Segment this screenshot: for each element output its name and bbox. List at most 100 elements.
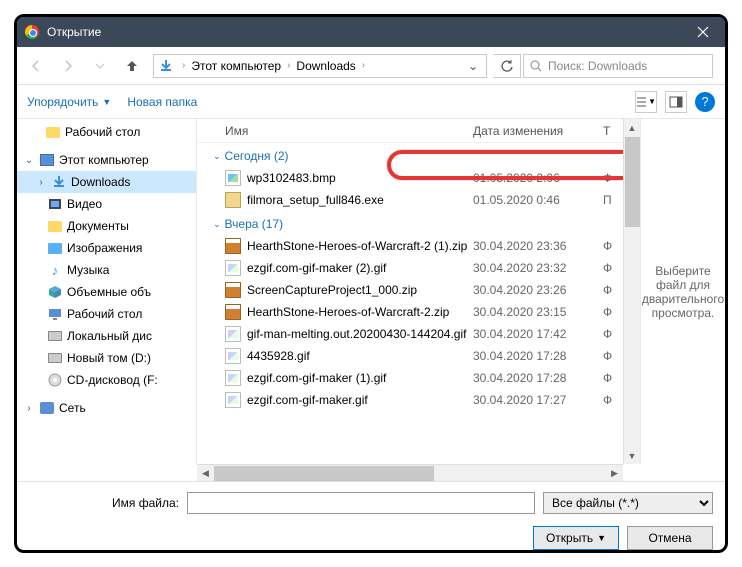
close-icon [697,26,709,38]
music-icon: ♪ [47,262,63,278]
tree-thispc[interactable]: ⌄Этот компьютер [17,149,196,171]
file-row[interactable]: ezgif.com-gif-maker (1).gif 30.04.2020 17… [197,367,623,389]
preview-pane-button[interactable] [665,91,687,113]
file-type: Ф [603,393,623,407]
chevron-down-icon [95,61,105,71]
up-icon [125,59,139,73]
view-details-button[interactable]: ▼ [635,91,657,113]
search-input[interactable]: Поиск: Downloads [523,54,713,78]
col-name[interactable]: Имя [225,124,473,138]
file-name: wp3102483.bmp [247,171,336,185]
tree-cddrive[interactable]: CD-дисковод (F: [17,369,196,391]
scroll-down-icon[interactable]: ▼ [624,447,640,464]
tree-desktop2[interactable]: Рабочий стол [17,303,196,325]
back-icon [28,58,44,74]
breadcrumb-dropdown[interactable]: ⌄ [460,59,486,73]
scroll-up-icon[interactable]: ▲ [624,119,640,136]
file-date: 01.05.2020 0:46 [473,193,603,207]
file-name: ezgif.com-gif-maker (1).gif [247,371,386,385]
column-headers[interactable]: Имя Дата изменения Т [197,119,623,143]
chevron-down-icon: ▼ [102,97,111,107]
group-today[interactable]: ⌄ Сегодня (2) [197,143,623,167]
tree-network[interactable]: ›Сеть [17,397,196,419]
scroll-thumb-h[interactable] [214,466,434,481]
nav-tree: Рабочий стол ⌄Этот компьютер ›Downloads … [17,119,197,464]
scroll-thumb[interactable] [625,137,640,227]
file-date: 01.05.2020 2:06 [473,171,603,185]
file-row[interactable]: HearthStone-Heroes-of-Warcraft-2.zip30.0… [197,301,623,323]
file-icon [225,170,241,186]
file-row[interactable]: filmora_setup_full846.exe 01.05.2020 0:46… [197,189,623,211]
col-date[interactable]: Дата изменения [473,124,603,138]
scroll-right-icon[interactable]: ▶ [606,465,623,481]
filename-label: Имя файла: [29,496,179,510]
tree-documents[interactable]: Документы [17,215,196,237]
file-name: gif-man-melting.out.20200430-144204.gif [247,327,466,341]
recent-button[interactable] [85,52,115,80]
file-row[interactable]: HearthStone-Heroes-of-Warcraft-2 (1).zip… [197,235,623,257]
chevron-right-icon: › [283,60,294,71]
file-icon [225,370,241,386]
desktop-icon [48,308,62,320]
file-date: 30.04.2020 23:26 [473,283,603,297]
file-icon [225,392,241,408]
close-button[interactable] [680,17,725,47]
tree-downloads[interactable]: ›Downloads [17,171,196,193]
file-icon [225,348,241,364]
file-list: Имя Дата изменения Т ⌄ Сегодня (2) wp3102… [197,119,623,464]
back-button[interactable] [21,52,51,80]
file-date: 30.04.2020 17:27 [473,393,603,407]
tree-localdisk[interactable]: Локальный дис [17,325,196,347]
window-title: Открытие [47,25,680,39]
tree-videos[interactable]: Видео [17,193,196,215]
file-row[interactable]: ezgif.com-gif-maker (2).gif 30.04.2020 23… [197,257,623,279]
preview-icon [669,96,683,108]
tree-newvol[interactable]: Новый том (D:) [17,347,196,369]
tree-desktop[interactable]: Рабочий стол [17,121,196,143]
file-date: 30.04.2020 23:15 [473,305,603,319]
downloads-icon [52,175,66,189]
file-type: П [603,193,623,207]
scroll-left-icon[interactable]: ◀ [197,465,214,481]
chevron-down-icon: ⌄ [213,151,221,162]
vertical-scrollbar[interactable]: ▲ ▼ [623,119,640,464]
file-icon [225,260,241,276]
file-icon [225,326,241,342]
breadcrumb-downloads[interactable]: Downloads [294,59,357,73]
file-row[interactable]: gif-man-melting.out.20200430-144204.gif3… [197,323,623,345]
cancel-button[interactable]: Отмена [627,526,713,550]
help-button[interactable]: ? [695,92,715,112]
horizontal-scrollbar[interactable]: ◀ ▶ [197,464,623,481]
breadcrumb-thispc[interactable]: Этот компьютер [189,59,283,73]
file-row[interactable]: ezgif.com-gif-maker.gif 30.04.2020 17:27Ф [197,389,623,411]
newfolder-button[interactable]: Новая папка [127,95,197,109]
refresh-button[interactable] [493,54,521,78]
group-yesterday[interactable]: ⌄ Вчера (17) [197,211,623,235]
tree-music[interactable]: ♪Музыка [17,259,196,281]
open-button[interactable]: Открыть▼ [533,526,619,550]
tree-3dobjects[interactable]: Объемные объ [17,281,196,303]
file-date: 30.04.2020 23:32 [473,261,603,275]
refresh-icon [500,59,514,73]
filetype-filter[interactable]: Все файлы (*.*) [543,492,713,514]
search-icon [530,60,542,72]
file-type: Ф [603,261,623,275]
up-button[interactable] [117,52,147,80]
search-placeholder: Поиск: Downloads [548,59,647,73]
tree-pictures[interactable]: Изображения [17,237,196,259]
list-icon [636,96,646,108]
file-name: ezgif.com-gif-maker.gif [247,393,368,407]
forward-button[interactable] [53,52,83,80]
file-name: ezgif.com-gif-maker (2).gif [247,261,386,275]
file-icon [225,282,241,298]
file-name: filmora_setup_full846.exe [247,193,384,207]
file-row[interactable]: 4435928.gif30.04.2020 17:28Ф [197,345,623,367]
file-row[interactable]: ScreenCaptureProject1_000.zip30.04.2020 … [197,279,623,301]
organize-button[interactable]: Упорядочить ▼ [27,95,111,109]
col-type[interactable]: Т [603,124,623,138]
filename-input[interactable] [187,492,535,514]
chrome-icon [25,25,39,39]
breadcrumb[interactable]: › Этот компьютер › Downloads › ⌄ [153,54,487,78]
file-date: 30.04.2020 17:28 [473,371,603,385]
file-row[interactable]: wp3102483.bmp01.05.2020 2:06Ф [197,167,623,189]
